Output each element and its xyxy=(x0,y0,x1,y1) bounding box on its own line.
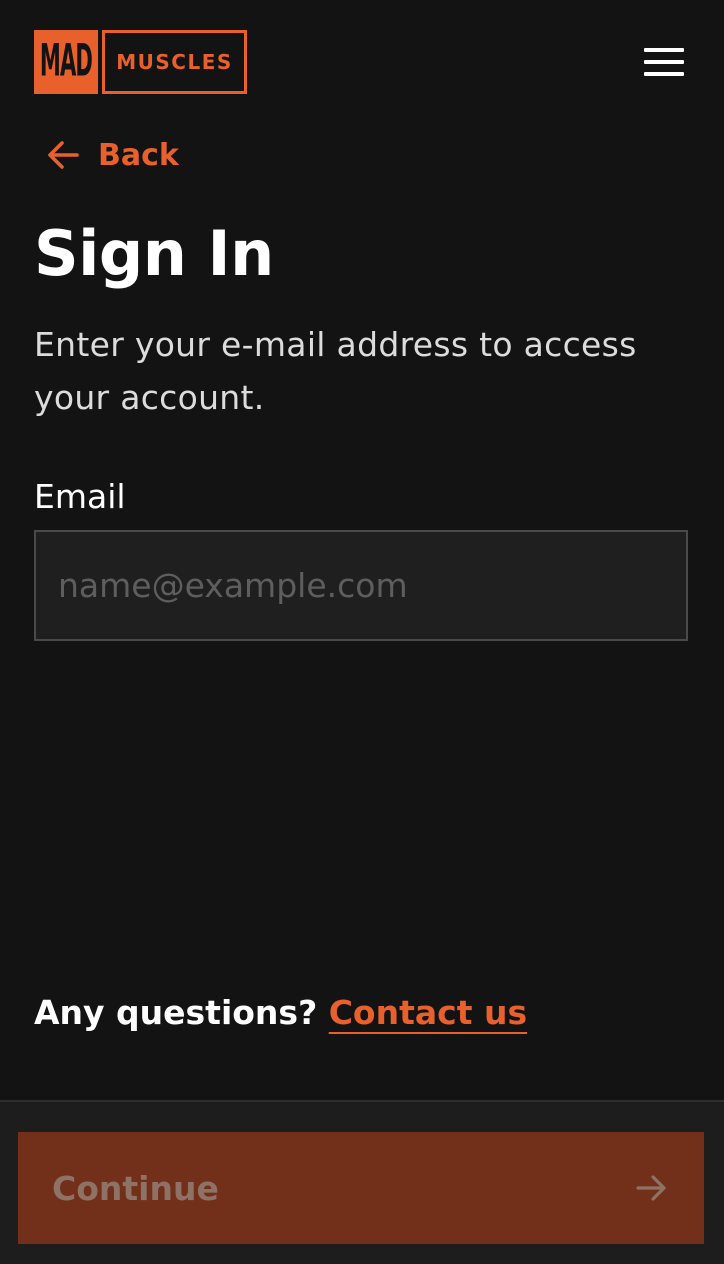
back-label: Back xyxy=(98,137,179,173)
menu-bar-top xyxy=(644,48,684,52)
help-text: Any questions? Contact us xyxy=(34,990,527,1036)
page-title: Sign In xyxy=(34,217,274,290)
contact-us-link[interactable]: Contact us xyxy=(329,993,527,1032)
arrow-left-icon xyxy=(48,141,79,169)
logo-mad-text: MAD xyxy=(39,36,93,88)
back-link[interactable]: Back xyxy=(46,132,179,178)
mad-muscles-logo[interactable]: MAD MUSCLES xyxy=(34,30,247,94)
continue-label: Continue xyxy=(52,1168,219,1208)
email-label: Email xyxy=(34,477,126,516)
help-question: Any questions? xyxy=(34,993,329,1032)
page-subtitle: Enter your e-mail address to access your… xyxy=(34,325,637,417)
header: MAD MUSCLES xyxy=(0,0,724,120)
logo-mad-block: MAD xyxy=(34,30,98,94)
menu-bar-middle xyxy=(644,60,684,64)
hamburger-menu-icon[interactable] xyxy=(640,44,684,80)
arrow-right-icon xyxy=(636,1175,666,1201)
footer-bar: Continue xyxy=(0,1100,724,1264)
menu-bar-bottom xyxy=(644,72,684,76)
continue-button[interactable]: Continue xyxy=(18,1132,704,1244)
logo-muscles-block: MUSCLES xyxy=(102,30,247,94)
email-field[interactable] xyxy=(34,530,688,641)
